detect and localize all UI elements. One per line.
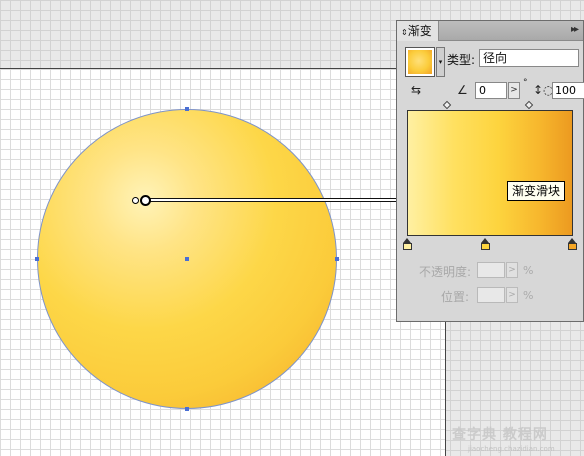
opacity-percent: % (523, 264, 534, 277)
angle-icon: ∠ (457, 83, 468, 97)
opacity-input[interactable] (477, 262, 505, 278)
location-percent: % (523, 289, 534, 302)
gradient-annotator-bar[interactable] (145, 198, 399, 202)
stop-color-swatch (568, 243, 577, 250)
location-input[interactable] (477, 287, 505, 303)
opacity-label: 不透明度: (419, 265, 472, 279)
midpoint-diamond[interactable] (524, 100, 534, 110)
tab-gradient[interactable]: ⇕渐变 (397, 21, 439, 41)
anchor-center[interactable] (185, 257, 189, 261)
gradient-ramp[interactable] (407, 110, 573, 236)
panel-titlebar[interactable]: ⇕渐变 ▸▸ (397, 21, 583, 41)
swatch-preview (408, 50, 432, 74)
type-label: 类型: (447, 53, 476, 67)
location-label: 位置: (441, 290, 470, 304)
tab-toggle-icon: ⇕ (401, 28, 408, 37)
gradient-origin-handle[interactable] (132, 197, 139, 204)
type-select[interactable]: 径向 (479, 49, 579, 67)
angle-input[interactable]: 0 (475, 82, 507, 99)
aspect-ratio-input[interactable]: 100 (552, 82, 584, 99)
gradient-swatch[interactable] (405, 47, 435, 77)
stop-color-swatch (481, 243, 490, 250)
color-stop[interactable] (481, 238, 490, 250)
swatch-dropdown-button[interactable]: ▾ (436, 47, 445, 77)
angle-stepper[interactable]: > (508, 82, 520, 99)
reverse-gradient-icon[interactable]: ⇆ (411, 83, 421, 97)
midpoint-diamond[interactable] (442, 100, 452, 110)
anchor-top[interactable] (185, 107, 189, 111)
location-stepper[interactable]: > (506, 287, 518, 303)
color-stop[interactable] (403, 238, 412, 250)
opacity-stepper[interactable]: > (506, 262, 518, 278)
anchor-right[interactable] (335, 257, 339, 261)
gradient-slider-tooltip: 渐变滑块 (507, 181, 566, 201)
watermark-subtext: jiaocheng.chazidian.com (468, 445, 555, 453)
degree-mark: ° (523, 78, 528, 88)
aspect-ratio-icon: ↕◌ (533, 83, 554, 97)
gradient-panel: ⇕渐变 ▸▸ ▾ 类型: 径向 ⇆ ∠ 0 > ° ↕◌ 100 渐变滑块 不透… (396, 20, 584, 322)
gradient-start-handle[interactable] (140, 195, 151, 206)
watermark-text: 查字典 教程网 (452, 427, 548, 443)
stop-color-swatch (403, 243, 412, 250)
panel-menu-icon[interactable]: ▸▸ (571, 24, 579, 35)
anchor-bottom[interactable] (185, 407, 189, 411)
color-stop[interactable] (568, 238, 577, 250)
anchor-left[interactable] (35, 257, 39, 261)
tab-gradient-label: 渐变 (407, 24, 432, 38)
